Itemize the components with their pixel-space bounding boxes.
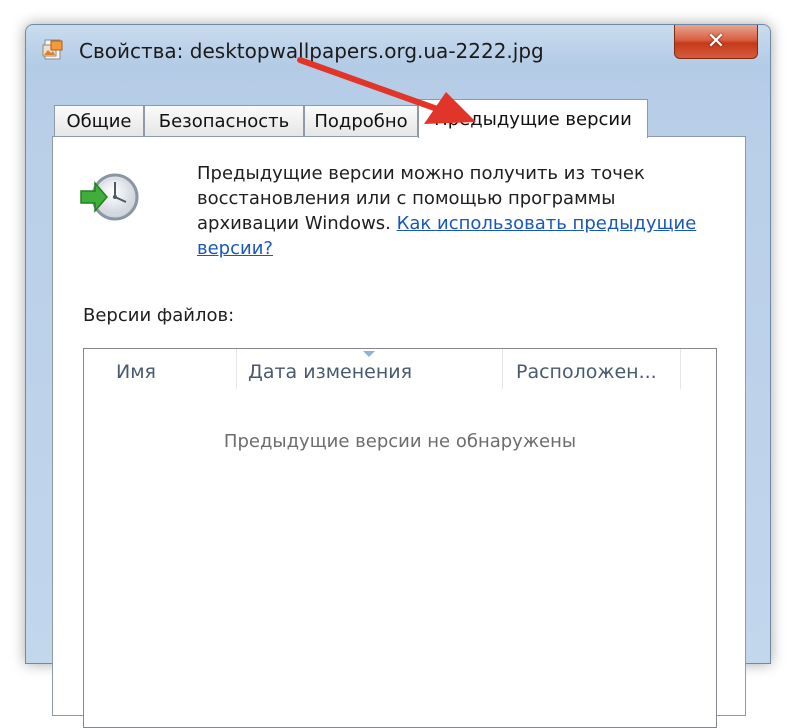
restore-clock-icon [80,173,139,221]
column-header-location[interactable]: Расположен... [516,361,657,383]
window-title: Свойства: desktopwallpapers.org.ua-2222.… [79,39,544,63]
dialog-client-area: Общие Безопасность Подробно Предыдущие в… [52,99,746,728]
close-icon: ✕ [706,28,726,54]
tab-details[interactable]: Подробно [304,105,418,136]
info-description: Предыдущие версии можно получить из точе… [197,161,717,261]
sort-arrow-icon [363,351,375,357]
column-header-name[interactable]: Имя [116,361,156,383]
empty-list-message: Предыдущие версии не обнаружены [223,431,577,452]
properties-window: Свойства: desktopwallpapers.org.ua-2222.… [25,24,771,728]
previous-versions-panel: Предыдущие версии можно получить из точе… [52,136,746,728]
tab-general[interactable]: Общие [54,105,144,136]
tab-security[interactable]: Безопасность [144,105,304,136]
tab-strip: Общие Безопасность Подробно Предыдущие в… [52,99,746,138]
title-bar[interactable]: Свойства: desktopwallpapers.org.ua-2222.… [26,25,770,75]
image-file-icon [42,39,63,60]
versions-list[interactable]: Имя Дата изменения Расположен... Предыду… [83,348,717,728]
tab-previous-versions[interactable]: Предыдущие версии [418,99,648,138]
column-divider[interactable] [236,349,237,389]
column-header-date-modified[interactable]: Дата изменения [248,361,412,383]
column-divider[interactable] [502,349,503,389]
column-divider[interactable] [680,349,681,389]
file-versions-label: Версии файлов: [83,305,235,326]
close-button[interactable]: ✕ [674,25,758,59]
